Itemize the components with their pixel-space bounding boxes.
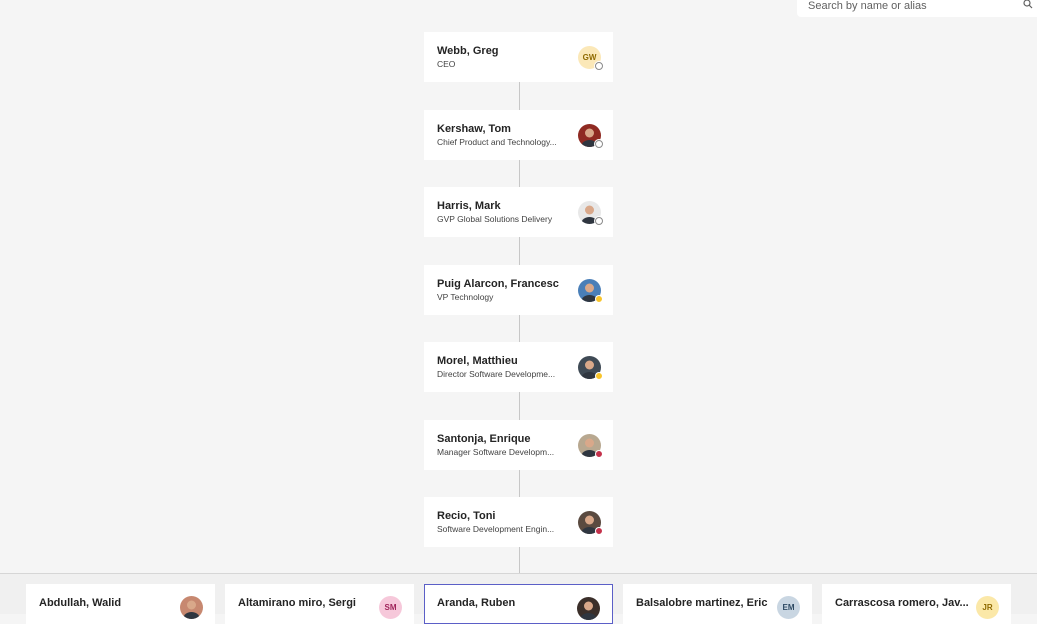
avatar[interactable] — [578, 511, 603, 535]
avatar[interactable] — [578, 201, 603, 225]
presence-status-icon — [595, 295, 603, 303]
person-card[interactable]: Webb, Greg CEO GW — [424, 32, 613, 82]
presence-status-icon — [595, 140, 603, 148]
person-card[interactable]: Puig Alarcon, Francesc VP Technology — [424, 265, 613, 315]
avatar[interactable] — [180, 596, 203, 619]
person-name: Balsalobre martinez, Eric — [636, 597, 768, 609]
report-card[interactable]: Altamirano miro, Sergi SM — [225, 584, 414, 624]
person-name: Webb, Greg — [437, 45, 499, 57]
connector-line — [519, 392, 520, 420]
person-name: Abdullah, Walid — [39, 597, 122, 609]
search-icon[interactable] — [1023, 0, 1033, 9]
search-box[interactable]: Search by name or alias — [797, 0, 1037, 17]
avatar-initials: JR — [982, 603, 993, 612]
person-title: Manager Software Developm... — [437, 447, 555, 457]
avatar[interactable] — [578, 356, 603, 380]
presence-status-icon — [595, 62, 603, 70]
report-card[interactable]: Abdullah, Walid — [26, 584, 215, 624]
presence-status-icon — [595, 527, 603, 535]
connector-line — [519, 470, 520, 497]
person-photo-icon — [183, 600, 200, 619]
person-card[interactable]: Recio, Toni Software Development Engin... — [424, 497, 613, 547]
connector-line — [519, 160, 520, 187]
person-name: Puig Alarcon, Francesc — [437, 278, 559, 290]
person-name: Morel, Matthieu — [437, 355, 518, 367]
person-name: Kershaw, Tom — [437, 123, 511, 135]
avatar[interactable]: GW — [578, 46, 603, 70]
person-title: Director Software Developme... — [437, 369, 556, 379]
person-name: Aranda, Ruben — [437, 597, 516, 609]
connector-line — [519, 82, 520, 110]
avatar-initials: SM — [384, 603, 397, 612]
avatar[interactable]: EM — [777, 596, 800, 619]
person-card[interactable]: Santonja, Enrique Manager Software Develo… — [424, 420, 613, 470]
avatar[interactable] — [578, 124, 603, 148]
presence-status-icon — [595, 450, 603, 458]
person-photo-icon — [580, 601, 597, 620]
connector-line — [519, 237, 520, 265]
person-name: Altamirano miro, Sergi — [238, 597, 356, 609]
person-title: Software Development Engin... — [437, 524, 555, 534]
person-title: GVP Global Solutions Delivery — [437, 214, 553, 224]
report-card[interactable]: Carrascosa romero, Jav... JR — [822, 584, 1011, 624]
search-input[interactable]: Search by name or alias — [808, 0, 1037, 12]
person-name: Santonja, Enrique — [437, 433, 531, 445]
presence-status-icon — [595, 217, 603, 225]
person-name: Carrascosa romero, Jav... — [835, 597, 969, 609]
person-title: Chief Product and Technology... — [437, 137, 557, 147]
avatar-initials: GW — [582, 53, 597, 62]
avatar-initials: EM — [782, 603, 795, 612]
avatar[interactable] — [578, 434, 603, 458]
presence-status-icon — [595, 372, 603, 380]
person-title: VP Technology — [437, 292, 494, 302]
avatar[interactable]: SM — [379, 596, 402, 619]
person-card[interactable]: Harris, Mark GVP Global Solutions Deliver… — [424, 187, 613, 237]
person-name: Recio, Toni — [437, 510, 496, 522]
avatar[interactable] — [578, 279, 603, 303]
person-card[interactable]: Morel, Matthieu Director Software Develop… — [424, 342, 613, 392]
avatar[interactable] — [577, 597, 600, 620]
report-card[interactable]: Aranda, Ruben — [424, 584, 613, 624]
report-card[interactable]: Balsalobre martinez, Eric EM — [623, 584, 812, 624]
connector-line — [519, 315, 520, 342]
connector-line — [519, 547, 520, 573]
person-card[interactable]: Kershaw, Tom Chief Product and Technology… — [424, 110, 613, 160]
person-title: CEO — [437, 59, 456, 69]
avatar[interactable]: JR — [976, 596, 999, 619]
person-name: Harris, Mark — [437, 200, 501, 212]
